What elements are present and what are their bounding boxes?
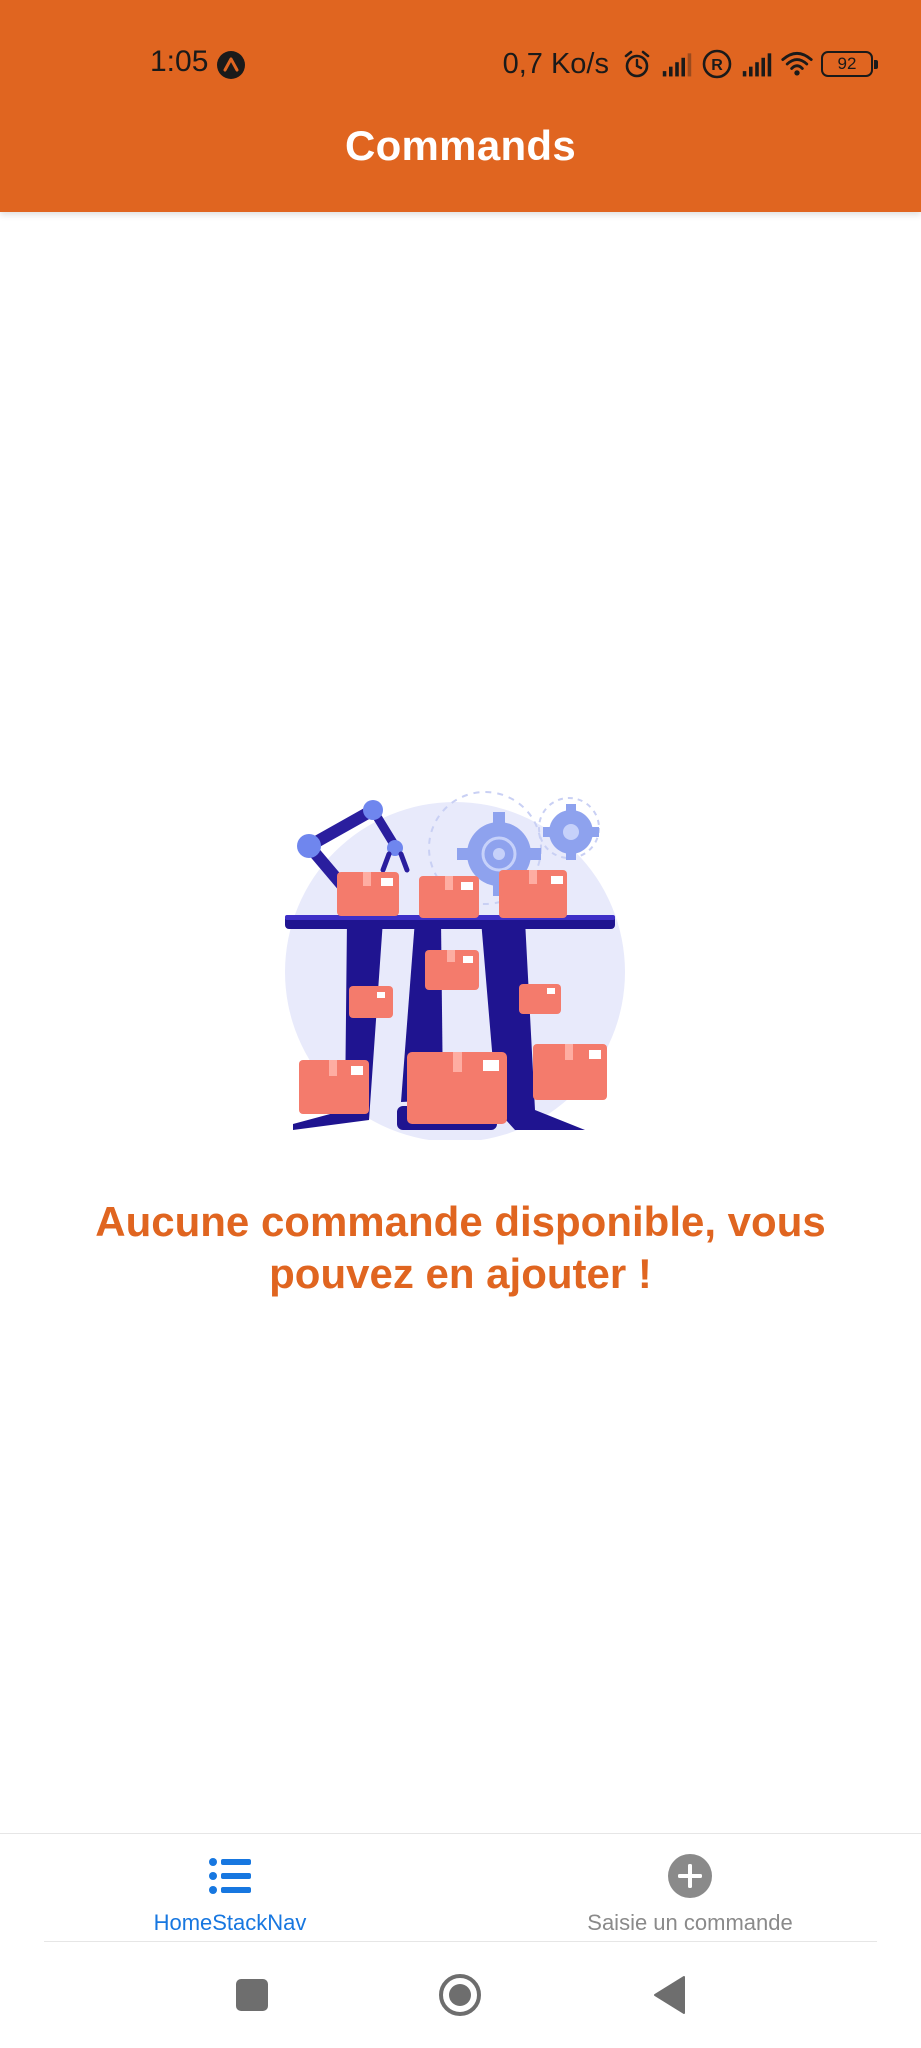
alarm-icon	[624, 50, 650, 78]
status-time: 1:05	[150, 45, 209, 78]
network-speed: 0,7 Ko/s	[502, 47, 609, 80]
tab-label: HomeStackNav	[153, 1910, 307, 1935]
recents-button[interactable]	[236, 1979, 268, 2011]
factory-conveyor-illustration	[285, 791, 625, 1140]
svg-text:R: R	[711, 57, 723, 74]
screen: 1:05 0,7 Ko/s R 92 Commands Aucune comma…	[0, 0, 921, 2048]
tab-homestacknav[interactable]: HomeStackNav	[0, 1834, 460, 1944]
app-notification-icon	[217, 51, 245, 79]
page-title: Commands	[344, 122, 577, 169]
battery-level: 92	[837, 54, 857, 73]
empty-state-message: Aucune commande disponible, vous pouvez …	[95, 1198, 826, 1297]
plus-circle-icon	[668, 1854, 712, 1898]
home-button[interactable]	[438, 1973, 482, 2017]
signal-icon	[662, 53, 692, 77]
roaming-icon: R	[702, 49, 732, 79]
signal-icon	[742, 53, 772, 77]
wifi-icon	[781, 51, 813, 76]
tab-saisie-commande[interactable]: Saisie un commande	[460, 1834, 920, 1944]
divider	[44, 1941, 877, 1942]
status-icons: 0,7 Ko/s R 92	[502, 44, 878, 84]
system-navigation-bar	[0, 1943, 921, 2048]
bottom-tab-bar: HomeStackNav Saisie un commande	[0, 1833, 921, 1943]
battery-icon: 92	[821, 51, 878, 77]
status-bar: 1:05 0,7 Ko/s R 92	[0, 0, 921, 128]
app-header: 1:05 0,7 Ko/s R 92 Commands	[0, 0, 921, 212]
list-icon	[209, 1858, 251, 1894]
tab-label: Saisie un commande	[587, 1910, 793, 1935]
back-button[interactable]	[652, 1975, 686, 2015]
